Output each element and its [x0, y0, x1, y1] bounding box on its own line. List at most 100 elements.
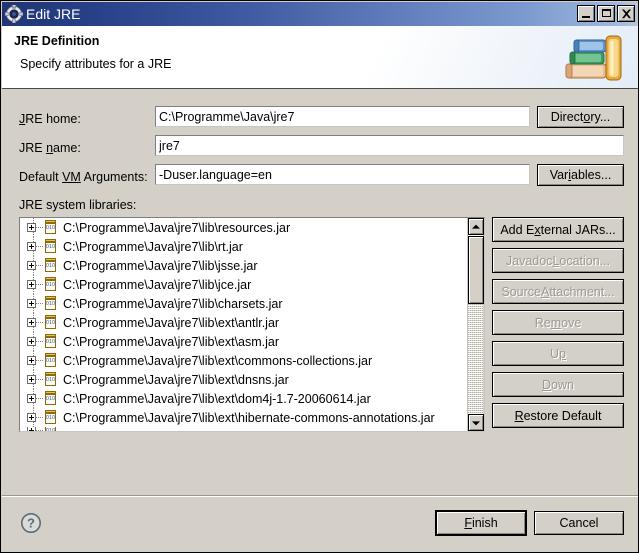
- expand-plus-icon[interactable]: [27, 356, 36, 365]
- library-path: C:\Programme\Java\jre7\lib\ext\hibernate…: [63, 410, 435, 425]
- jar-icon: 010: [44, 410, 58, 425]
- scroll-down-arrow-icon: [472, 420, 480, 425]
- button-label-suffix: own: [551, 377, 574, 392]
- button-label-suffix: ttachment...: [549, 284, 615, 299]
- expand-plus-icon[interactable]: [27, 394, 36, 403]
- directory-button[interactable]: Direct o ry...: [537, 106, 624, 128]
- scroll-down-button[interactable]: [468, 414, 484, 431]
- expand-plus-icon[interactable]: [27, 242, 36, 251]
- tree-connector-line: [36, 284, 43, 285]
- finish-button[interactable]: Finish: [435, 510, 527, 536]
- expand-plus-icon[interactable]: [27, 299, 36, 308]
- jar-icon: 010: [44, 239, 58, 254]
- edit-jre-dialog: Edit JRE JRE Definition Specify attribut…: [0, 0, 639, 553]
- library-path: C:\Programme\Java\jre7\lib\jsse.jar: [63, 258, 258, 273]
- jar-icon: 010: [44, 353, 58, 368]
- button-label-suffix: estore Default: [523, 408, 602, 423]
- button-label-mnemonic: p: [559, 346, 566, 361]
- tree-connector-line: [36, 398, 43, 399]
- library-row[interactable]: 010 C:\Programme\Java\jre7\lib\rt.jar: [20, 237, 467, 256]
- javadoc-location-button: Javadoc Location...: [492, 248, 624, 273]
- help-question-icon[interactable]: ?: [20, 512, 42, 534]
- button-label-mnemonic: R: [514, 408, 524, 423]
- library-row[interactable]: 010 C:\Programme\Java\jre7\lib\ext\hibern…: [20, 408, 467, 427]
- tree-connector-line: [36, 246, 43, 247]
- library-row[interactable]: 010 C:\Programme\Java\jre7\lib\ext\dom4j-…: [20, 389, 467, 408]
- add-external-jars-button[interactable]: Add Ex ternal JARs...: [492, 217, 624, 242]
- library-path: C:\Programme\Java\jre7\lib\resources.jar: [63, 220, 291, 235]
- expand-plus-icon[interactable]: [27, 261, 36, 270]
- jre-system-libraries-list[interactable]: 010 C:\Programme\Java\jre7\lib\resources.…: [19, 217, 485, 432]
- library-row[interactable]: 010 C:\Programme\Java\jre7\lib\charsets.j…: [20, 294, 467, 313]
- jar-icon: 010: [44, 427, 58, 431]
- library-path: C:\Programme\Java\jre7\lib\ext\commons-c…: [63, 353, 373, 368]
- library-row[interactable]: 010 C:\Programme\Java\jre7\lib\ext\antlr.…: [20, 313, 467, 332]
- expand-plus-icon[interactable]: [27, 318, 36, 327]
- expand-plus-icon[interactable]: [27, 375, 36, 384]
- library-row[interactable]: 010 C:\Programme\Java\jre7\lib\jce.jar: [20, 275, 467, 294]
- jre-system-libraries-label: JRE system libraries:: [19, 198, 137, 212]
- jar-icon: 010: [44, 372, 58, 387]
- maximize-icon: [602, 9, 611, 17]
- scroll-up-arrow-icon: [472, 224, 480, 229]
- expand-plus-icon[interactable]: [27, 337, 36, 346]
- library-row[interactable]: 010 C:\Programme\Java\jre7\lib\ext\common…: [20, 351, 467, 370]
- library-row[interactable]: 010 C:\Programme\Java\jre7\lib\resources.…: [20, 218, 467, 237]
- jre-name-input[interactable]: [155, 135, 624, 156]
- button-label-prefix: Source: [501, 284, 541, 299]
- books-icon: [558, 28, 630, 86]
- dialog-header: JRE Definition Specify attributes for a …: [2, 26, 638, 89]
- cancel-button[interactable]: Cancel: [534, 511, 624, 535]
- maximize-button[interactable]: [597, 5, 615, 22]
- library-rows: 010 C:\Programme\Java\jre7\lib\resources.…: [20, 218, 467, 431]
- minimize-button[interactable]: [577, 5, 595, 22]
- library-row[interactable]: 010 C:\Programme\Java\jre7\lib\ext\asm.ja…: [20, 332, 467, 351]
- library-path: C:\Programme\Java\jre7\lib\ext\asm.jar: [63, 334, 280, 349]
- scrollbar-thumb[interactable]: [468, 236, 484, 304]
- jar-icon: 010: [44, 315, 58, 330]
- tree-connector-line: [36, 265, 43, 266]
- tree-connector-line: [36, 227, 43, 228]
- jre-home-input[interactable]: [155, 106, 530, 127]
- library-path: C:\Programme\Java\jre7\lib\jce.jar: [63, 277, 252, 292]
- button-label-prefix: Javadoc: [505, 253, 553, 268]
- minimize-icon: [582, 16, 590, 18]
- tree-connector-line: [36, 417, 43, 418]
- button-label-prefix: Re: [534, 315, 551, 330]
- library-row[interactable]: 010 C:\Programme\Java\jre7\lib\ext\dnsns.…: [20, 370, 467, 389]
- button-label-suffix: ocation...: [559, 253, 611, 268]
- close-icon: [618, 6, 634, 21]
- button-label-mnemonic: m: [550, 315, 562, 330]
- library-path: C:\Programme\Java\jre7\lib\ext\dnsns.jar: [63, 372, 289, 387]
- button-label-prefix: U: [550, 346, 560, 361]
- scroll-up-button[interactable]: [468, 218, 484, 235]
- tree-connector-line: [36, 322, 43, 323]
- jar-icon: 010: [44, 296, 58, 311]
- button-label-mnemonic: D: [542, 377, 552, 392]
- library-path: C:\Programme\Java\jre7\lib\ext\antlr.jar: [63, 315, 280, 330]
- page-description: Specify attributes for a JRE: [20, 57, 172, 71]
- close-button[interactable]: [617, 5, 635, 22]
- variables-button[interactable]: Var i ables...: [537, 164, 624, 186]
- title-bar[interactable]: Edit JRE: [2, 2, 638, 26]
- expand-plus-icon[interactable]: [27, 280, 36, 289]
- source-attachment-button: Source Attachment...: [492, 279, 624, 304]
- button-label-prefix: Add E: [500, 222, 535, 237]
- vm-arguments-input[interactable]: [155, 164, 530, 185]
- library-row[interactable]: 010 C:\Programme\Java\jre7\lib\jsse.jar: [20, 256, 467, 275]
- libraries-scrollbar[interactable]: [467, 218, 484, 431]
- remove-button: Re m ove: [492, 310, 624, 335]
- jar-icon: 010: [44, 334, 58, 349]
- jar-icon: 010: [44, 391, 58, 406]
- library-path: C:\Programme\Java\jre7\lib\ext\dom4j-1.7…: [63, 391, 371, 406]
- jre-name-label: JRE name:: [19, 141, 81, 155]
- restore-default-button[interactable]: Restore Default: [492, 403, 624, 428]
- library-row-clipped[interactable]: 010: [20, 427, 467, 431]
- tree-connector-line: [36, 360, 43, 361]
- expand-plus-icon[interactable]: [27, 223, 36, 232]
- up-button: Up: [492, 341, 624, 366]
- jar-icon: 010: [44, 220, 58, 235]
- button-label-suffix: ove: [561, 315, 582, 330]
- expand-plus-icon[interactable]: [27, 427, 36, 431]
- expand-plus-icon[interactable]: [27, 413, 36, 422]
